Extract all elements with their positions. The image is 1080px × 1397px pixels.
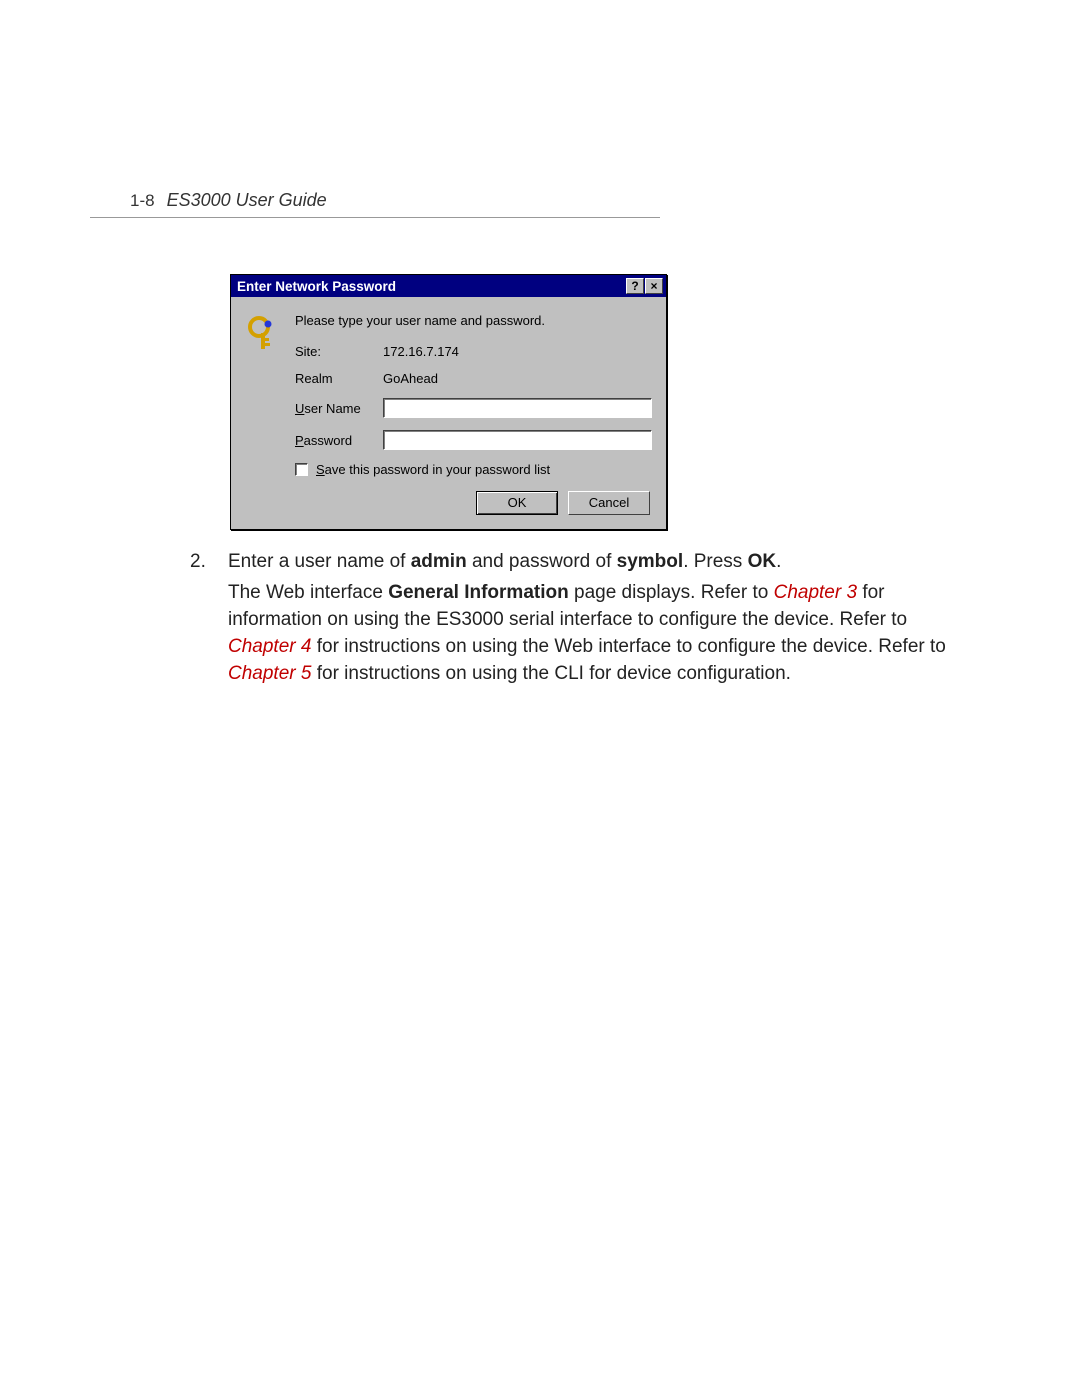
realm-value: GoAhead (383, 371, 652, 386)
close-button[interactable]: × (645, 278, 663, 294)
username-label: User Name (295, 401, 383, 416)
dialog-instruction: Please type your user name and password. (295, 313, 652, 328)
site-value: 172.16.7.174 (383, 344, 652, 359)
chapter-5-link[interactable]: Chapter 5 (228, 663, 311, 684)
password-input[interactable] (383, 430, 652, 450)
titlebar-text: Enter Network Password (237, 279, 625, 294)
guide-title: ES3000 User Guide (167, 190, 327, 211)
chapter-4-link[interactable]: Chapter 4 (228, 636, 311, 657)
password-dialog: Enter Network Password ? × Please type y… (230, 274, 667, 530)
dialog-figure: Enter Network Password ? × Please type y… (230, 274, 960, 530)
chapter-3-link[interactable]: Chapter 3 (774, 582, 857, 603)
password-label: Password (295, 433, 383, 448)
ok-button[interactable]: OK (476, 491, 558, 515)
save-password-checkbox[interactable] (295, 463, 308, 476)
realm-label: Realm (295, 371, 383, 386)
save-password-label: Save this password in your password list (316, 462, 550, 477)
cancel-button[interactable]: Cancel (568, 491, 650, 515)
username-input[interactable] (383, 398, 652, 418)
page-number: 1-8 (130, 191, 155, 211)
key-icon (247, 315, 283, 351)
step-2: 2. Enter a user name of admin and passwo… (190, 548, 960, 691)
header-rule (130, 217, 960, 219)
step-body: Enter a user name of admin and password … (228, 548, 960, 691)
page-header: 1-8 ES3000 User Guide (130, 190, 960, 211)
site-label: Site: (295, 344, 383, 359)
help-button[interactable]: ? (626, 278, 644, 294)
titlebar: Enter Network Password ? × (231, 275, 666, 297)
step-number: 2. (190, 548, 228, 691)
